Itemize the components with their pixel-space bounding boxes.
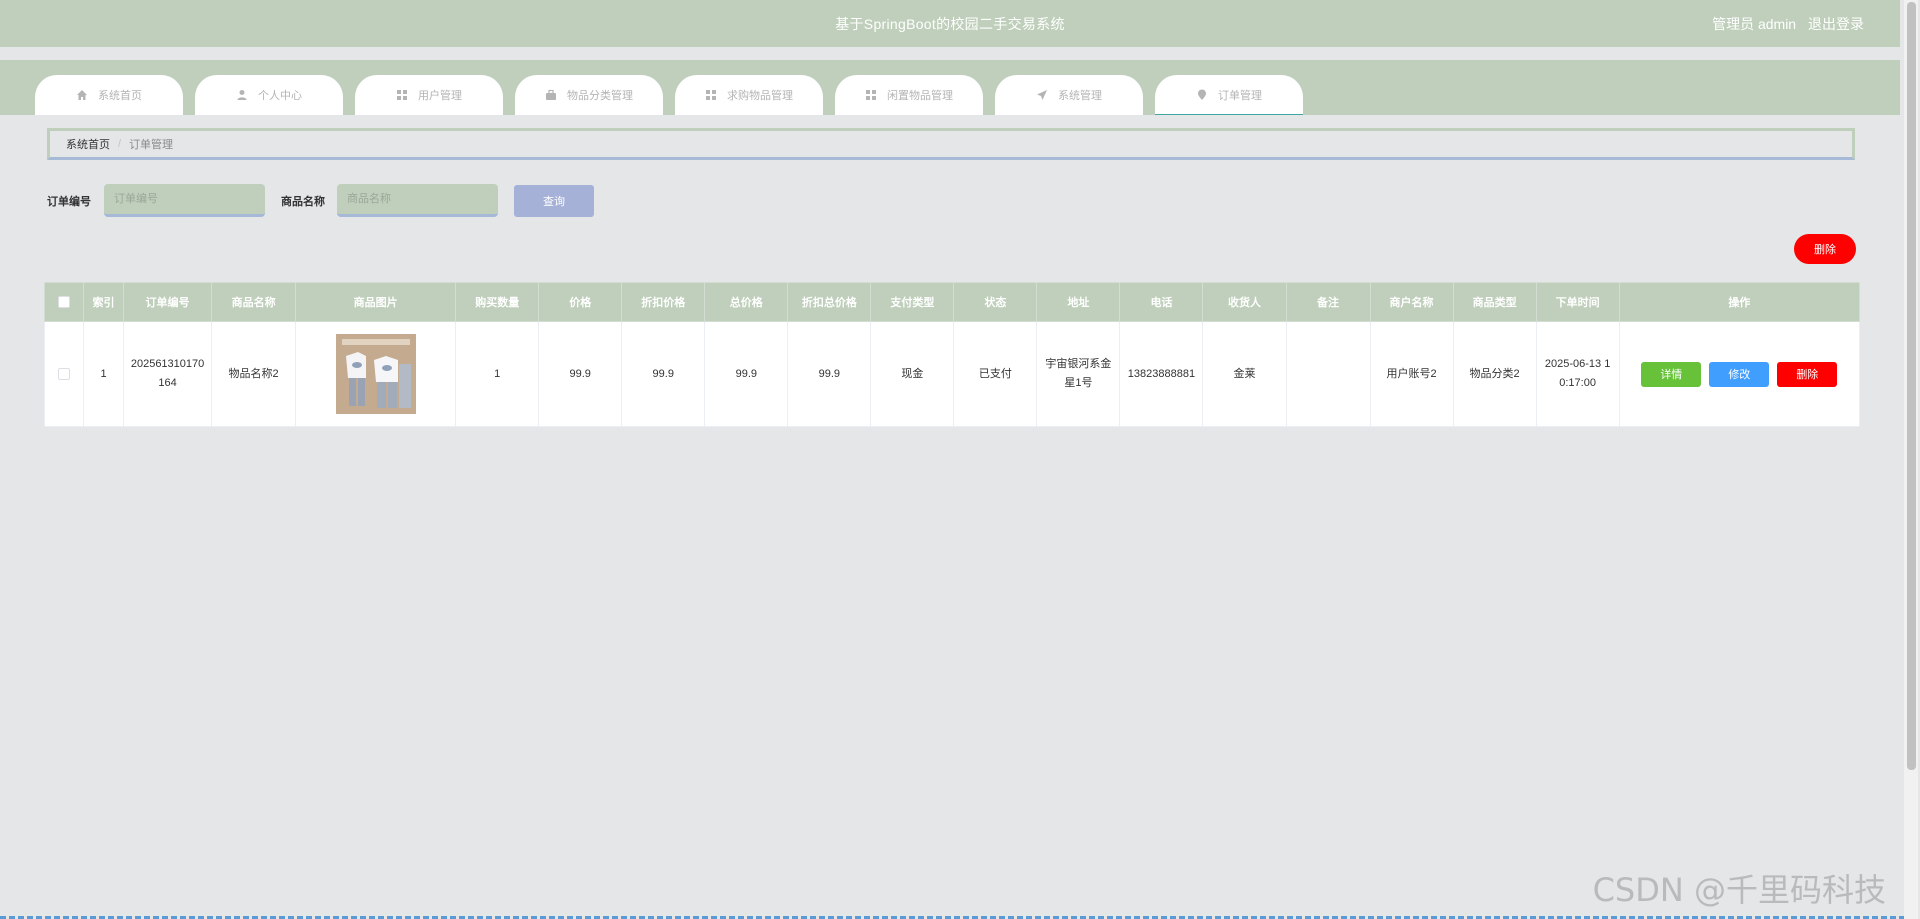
scrollbar-thumb[interactable] [1907, 2, 1916, 770]
column-header: 总价格 [704, 282, 789, 322]
column-header: 索引 [83, 282, 125, 322]
home-icon [76, 89, 88, 101]
cell-price: 99.9 [538, 321, 623, 427]
tab-users[interactable]: 用户管理 [355, 75, 503, 115]
column-header: 备注 [1285, 282, 1371, 322]
table-header-row: 索引 订单编号 商品名称 商品图片 购买数量 价格 折扣价格 总价格 折扣总价格… [43, 282, 1861, 322]
cell-quantity: 1 [455, 321, 540, 427]
cell-order-no: 202561310170164 [123, 321, 213, 427]
tab-orders[interactable]: 订单管理 [1155, 75, 1303, 115]
column-header: 折扣总价格 [787, 282, 872, 322]
row-select-cell[interactable] [43, 321, 85, 427]
user-box: 管理员 admin 退出登录 [1712, 14, 1864, 34]
table-row: 1 202561310170164 物品名称2 1 99.9 99.9 99.9… [43, 321, 1861, 427]
cell-phone: 13823888881 [1119, 321, 1204, 427]
column-header: 折扣价格 [621, 282, 706, 322]
breadcrumb-home[interactable]: 系统首页 [66, 136, 110, 152]
detail-button[interactable]: 详情 [1641, 361, 1702, 387]
cell-actions: 详情 修改 删除 [1618, 321, 1861, 427]
cell-discount-price: 99.9 [621, 321, 706, 427]
cell-order-time: 2025-06-13 10:17:00 [1535, 321, 1620, 427]
grid-icon [705, 89, 717, 101]
breadcrumb-separator: / [118, 138, 122, 150]
tab-label: 系统管理 [1058, 90, 1102, 102]
briefcase-icon [545, 89, 557, 101]
cell-remark [1285, 321, 1371, 427]
column-header: 商户名称 [1369, 282, 1454, 322]
column-header: 价格 [538, 282, 623, 322]
user-icon [236, 89, 248, 101]
column-header: 购买数量 [455, 282, 540, 322]
cell-status: 已支付 [953, 321, 1038, 427]
column-header: 商品图片 [295, 282, 457, 322]
tab-wanted-items[interactable]: 求购物品管理 [675, 75, 823, 115]
column-header: 地址 [1036, 282, 1121, 322]
tab-label: 系统首页 [98, 90, 142, 102]
cell-receiver: 金莱 [1202, 321, 1287, 427]
product-name-label: 商品名称 [281, 196, 325, 208]
query-button[interactable]: 查询 [514, 185, 594, 217]
order-no-input[interactable] [104, 184, 265, 217]
product-thumbnail[interactable] [335, 334, 416, 414]
top-header: 基于SpringBoot的校园二手交易系统 管理员 admin 退出登录 [0, 0, 1900, 47]
logout-link[interactable]: 退出登录 [1808, 16, 1864, 32]
cell-address: 宇宙银河系金星1号 [1036, 321, 1121, 427]
orders-table: 索引 订单编号 商品名称 商品图片 购买数量 价格 折扣价格 总价格 折扣总价格… [43, 282, 1861, 427]
select-all-checkbox[interactable] [58, 296, 70, 309]
delete-button[interactable]: 删除 [1777, 361, 1838, 387]
cell-merchant: 用户账号2 [1369, 321, 1454, 427]
order-no-label: 订单编号 [47, 196, 91, 208]
system-title: 基于SpringBoot的校园二手交易系统 [835, 16, 1065, 32]
cell-discount-total: 99.9 [787, 321, 872, 427]
page-scrollbar[interactable] [1904, 0, 1918, 919]
row-actions: 详情 修改 删除 [1626, 361, 1853, 387]
grid-icon [396, 89, 408, 101]
cell-product-type: 物品分类2 [1452, 321, 1537, 427]
column-header: 商品类型 [1452, 282, 1537, 322]
column-header: 操作 [1618, 282, 1861, 322]
cell-total-price: 99.9 [704, 321, 789, 427]
tab-profile[interactable]: 个人中心 [195, 75, 343, 115]
tab-label: 个人中心 [258, 90, 302, 102]
select-all-cell[interactable] [43, 282, 85, 322]
column-header: 状态 [953, 282, 1038, 322]
tab-home[interactable]: 系统首页 [35, 75, 183, 115]
column-header: 收货人 [1202, 282, 1287, 322]
breadcrumb-current: 订单管理 [129, 139, 174, 151]
tab-label: 求购物品管理 [727, 90, 793, 102]
cell-pay-type: 现金 [870, 321, 955, 427]
watermark: CSDN @千里码科技 [1592, 871, 1886, 909]
row-checkbox[interactable] [58, 367, 70, 380]
product-name-input[interactable] [337, 184, 498, 217]
tab-system[interactable]: 系统管理 [995, 75, 1143, 115]
column-header: 订单编号 [123, 282, 213, 322]
column-header: 下单时间 [1535, 282, 1620, 322]
batch-delete-button[interactable]: 删除 [1794, 234, 1856, 264]
breadcrumb: 系统首页 / 订单管理 [47, 128, 1855, 160]
column-header: 电话 [1119, 282, 1204, 322]
cell-product-name: 物品名称2 [211, 321, 297, 427]
user-role: 管理员 admin [1712, 16, 1797, 32]
pin-icon [1196, 89, 1208, 101]
edit-button[interactable]: 修改 [1709, 361, 1770, 387]
nav-bar: 系统首页 个人中心 用户管理 物品分类管理 求购物品管理 闲置物品管理 系统管理… [0, 60, 1900, 115]
column-header: 支付类型 [870, 282, 955, 322]
cell-product-image [295, 321, 457, 427]
tab-label: 物品分类管理 [567, 90, 633, 102]
column-header: 商品名称 [211, 282, 297, 322]
tab-idle-items[interactable]: 闲置物品管理 [835, 75, 983, 115]
tab-category[interactable]: 物品分类管理 [515, 75, 663, 115]
grid-icon [865, 89, 877, 101]
tab-label: 用户管理 [418, 90, 462, 102]
tab-label: 订单管理 [1218, 89, 1262, 102]
cell-index: 1 [83, 321, 125, 427]
tab-label: 闲置物品管理 [887, 90, 953, 102]
send-icon [1036, 89, 1048, 101]
